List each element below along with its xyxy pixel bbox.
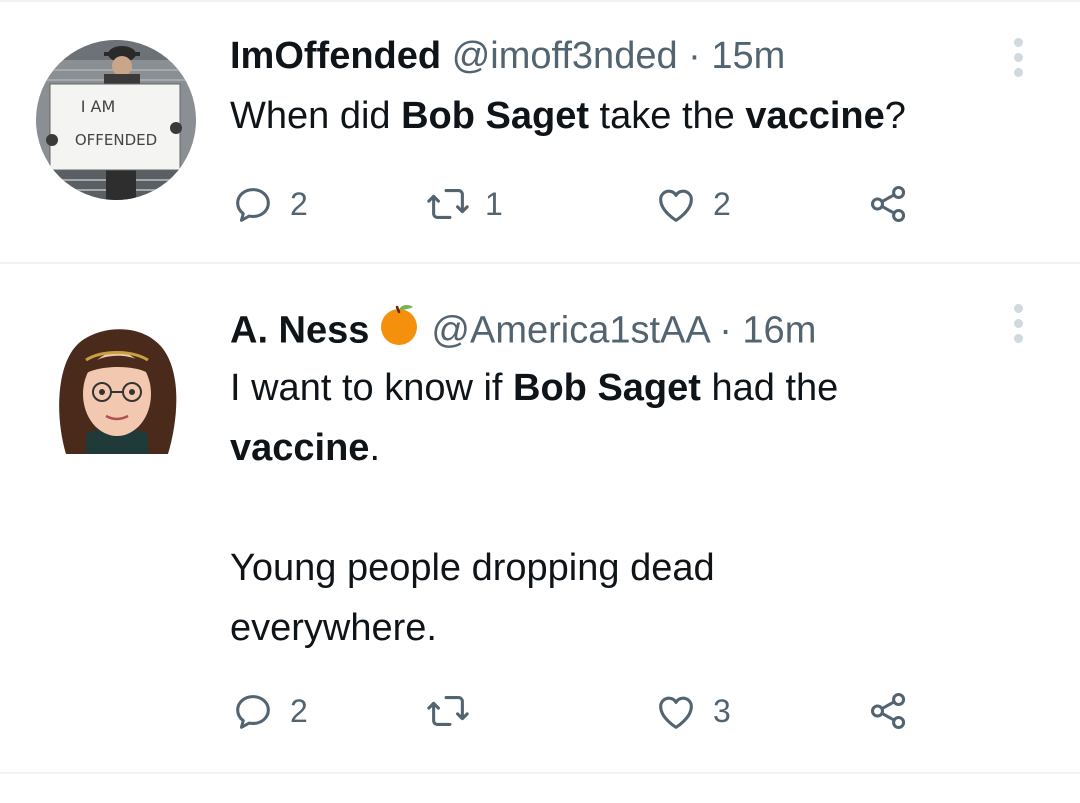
- reply-button[interactable]: 2: [230, 686, 308, 736]
- tweet-actions: 2 1 2: [230, 179, 930, 229]
- share-icon: [870, 692, 906, 730]
- separator: ·: [688, 35, 701, 77]
- text-part: take the: [589, 95, 746, 137]
- text-part: I want to know if: [230, 367, 514, 409]
- like-button[interactable]: 3: [653, 686, 731, 736]
- text-part: When did: [230, 95, 402, 137]
- avatar-sign-line1: I AM: [81, 97, 116, 116]
- tweet-actions: 2 3: [230, 686, 930, 736]
- retweet-button[interactable]: 1: [425, 179, 503, 229]
- text-highlight: vaccine: [230, 427, 370, 469]
- reply-count: 2: [290, 185, 308, 222]
- text-highlight: vaccine: [745, 95, 885, 137]
- tweet-text: When did Bob Saget take the vaccine?: [230, 86, 1030, 146]
- text-part: had the: [700, 367, 839, 409]
- text-line: Young people dropping dead: [230, 547, 715, 589]
- reply-button[interactable]: 2: [230, 179, 308, 229]
- handle[interactable]: @America1stAA: [431, 310, 708, 352]
- timestamp[interactable]: 16m: [742, 310, 816, 352]
- like-count: 2: [713, 185, 731, 222]
- share-button[interactable]: [866, 179, 912, 229]
- share-icon: [870, 185, 906, 223]
- tweet-text: I want to know if Bob Saget had the vacc…: [230, 358, 1030, 658]
- display-name[interactable]: ImOffended: [230, 35, 441, 77]
- text-highlight: Bob Saget: [401, 95, 589, 137]
- reply-icon: [236, 188, 270, 222]
- tweet-header: A. Ness @America1stAA · 16m: [230, 303, 816, 362]
- text-part: .: [369, 427, 381, 469]
- separator: ·: [719, 309, 732, 352]
- retweet-icon: [427, 696, 469, 726]
- text-part: ?: [884, 95, 906, 137]
- orange-emoji-icon: [375, 300, 423, 359]
- heart-icon: [659, 696, 693, 729]
- reply-count: 2: [290, 692, 308, 729]
- avatar-a-ness[interactable]: [36, 314, 196, 474]
- more-options-icon[interactable]: [1011, 38, 1027, 83]
- avatar-image: I AM OFFENDED: [36, 40, 196, 200]
- tweet-2[interactable]: A. Ness @America1stAA · 16m I want to kno…: [0, 264, 1080, 772]
- retweet-count: 1: [485, 185, 503, 222]
- heart-icon: [659, 189, 693, 222]
- tweet-header: ImOffended @imoff3nded · 15m: [230, 33, 785, 79]
- display-name[interactable]: A. Ness: [230, 310, 369, 352]
- more-options-icon[interactable]: [1011, 304, 1027, 349]
- text-line: vaccine.: [230, 418, 1030, 478]
- bottom-divider: [0, 772, 1080, 774]
- text-line: I want to know if Bob Saget had the: [230, 358, 1030, 418]
- handle[interactable]: @imoff3nded: [452, 35, 678, 77]
- timestamp[interactable]: 15m: [711, 35, 785, 77]
- retweet-button[interactable]: [425, 686, 485, 736]
- like-button[interactable]: 2: [653, 179, 731, 229]
- avatar-sign-line2: OFFENDED: [75, 131, 157, 149]
- tweet-1[interactable]: I AM OFFENDED ImOffended @imoff3nded · 1…: [0, 0, 1080, 262]
- text-line: everywhere.: [230, 607, 437, 649]
- text-highlight: Bob Saget: [513, 367, 701, 409]
- like-count: 3: [713, 692, 731, 729]
- share-button[interactable]: [866, 686, 912, 736]
- retweet-icon: [427, 189, 469, 219]
- avatar-image: [36, 314, 196, 474]
- reply-icon: [236, 695, 270, 729]
- avatar-imoffended[interactable]: I AM OFFENDED: [36, 40, 196, 200]
